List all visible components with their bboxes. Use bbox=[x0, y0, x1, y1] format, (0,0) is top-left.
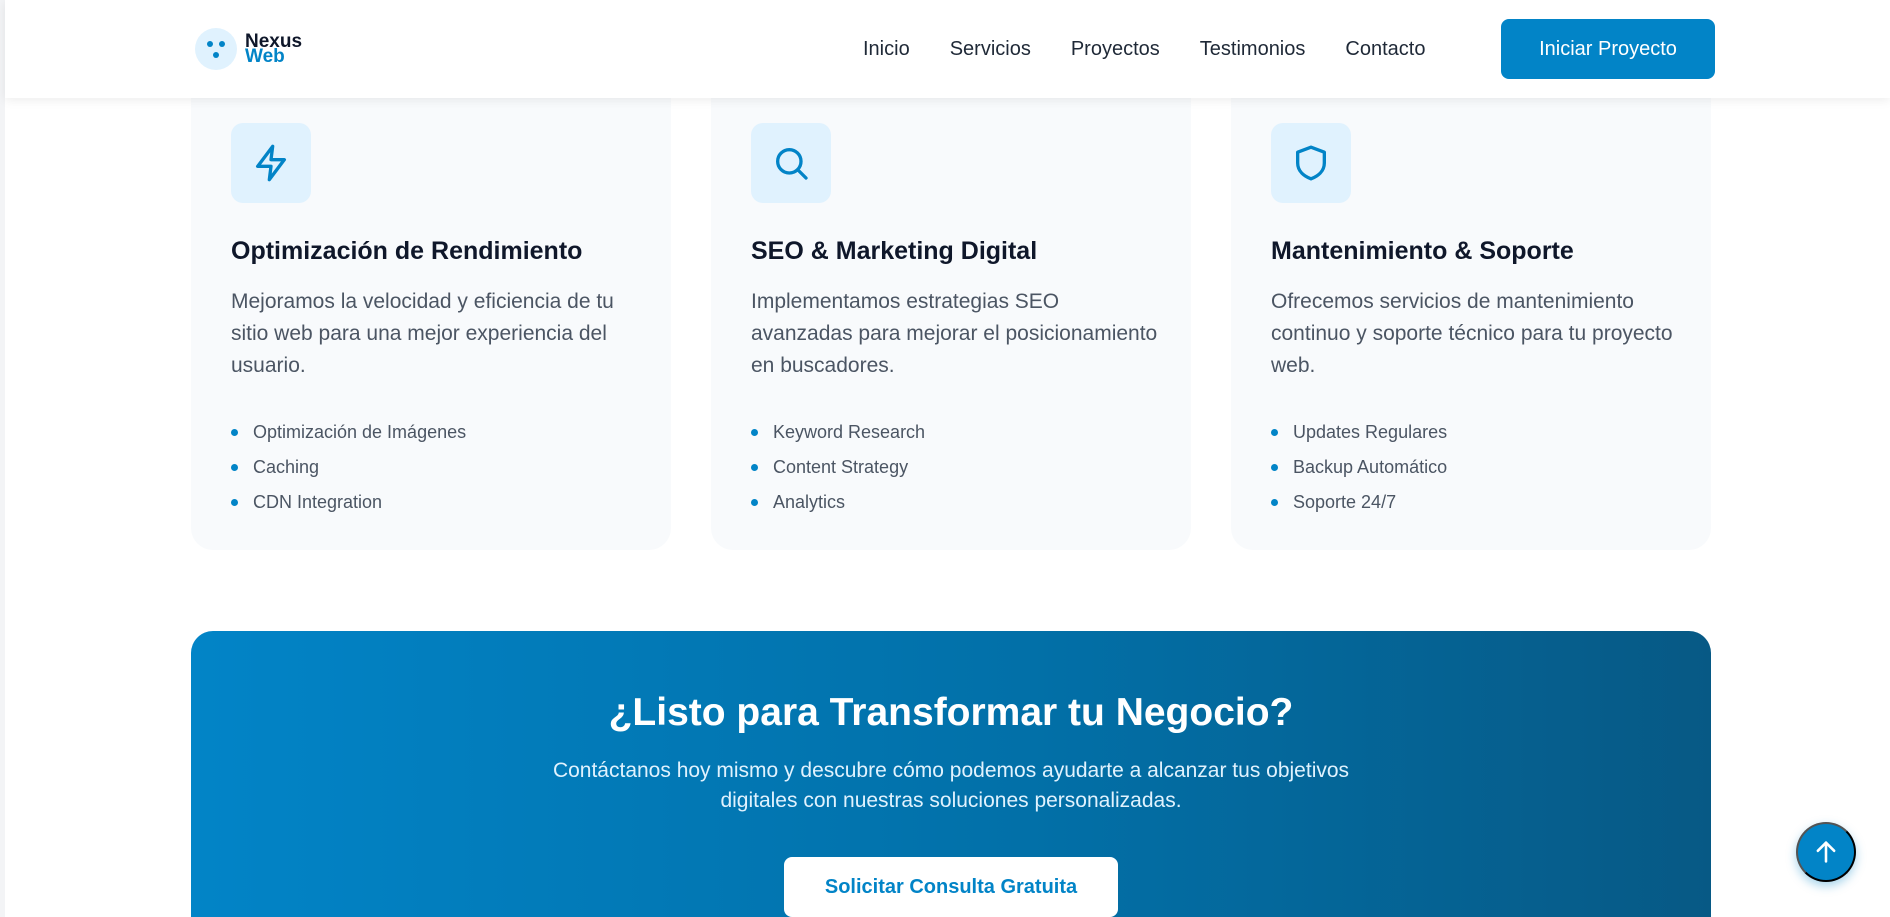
bullet-icon bbox=[1271, 499, 1278, 506]
feature-item: Backup Automático bbox=[1271, 450, 1447, 485]
service-card-maintenance: Mantenimiento & Soporte Ofrecemos servic… bbox=[1231, 70, 1711, 550]
feature-label: Soporte 24/7 bbox=[1293, 492, 1397, 512]
bullet-icon bbox=[751, 464, 758, 471]
feature-item: Soporte 24/7 bbox=[1271, 485, 1447, 520]
feature-item: Keyword Research bbox=[751, 415, 925, 450]
service-title: Mantenimiento & Soporte bbox=[1271, 237, 1574, 265]
service-description: Implementamos estrategias SEO avanzadas … bbox=[751, 290, 1158, 377]
nav-link-contacto[interactable]: Contacto bbox=[1345, 38, 1425, 61]
logo[interactable]: Nexus Web bbox=[195, 28, 302, 70]
logo-text: Nexus Web bbox=[245, 32, 302, 66]
nav-link-servicios[interactable]: Servicios bbox=[950, 38, 1031, 61]
service-card-seo: SEO & Marketing Digital Implementamos es… bbox=[711, 70, 1191, 550]
feature-item: Caching bbox=[231, 450, 466, 485]
nav-link-inicio[interactable]: Inicio bbox=[863, 38, 910, 61]
service-title: Optimización de Rendimiento bbox=[231, 237, 583, 265]
request-consultation-button[interactable]: Solicitar Consulta Gratuita bbox=[784, 857, 1118, 917]
feature-label: Keyword Research bbox=[773, 422, 926, 442]
feature-label: CDN Integration bbox=[253, 492, 383, 512]
lightning-icon bbox=[256, 144, 286, 182]
logo-icon bbox=[195, 28, 237, 70]
service-icon-box bbox=[751, 123, 831, 203]
cta-banner: ¿Listo para Transformar tu Negocio? Cont… bbox=[191, 631, 1711, 917]
banner-text: Contáctanos hoy mismo y descubre cómo po… bbox=[552, 759, 1350, 812]
scroll-to-top-button[interactable] bbox=[1796, 822, 1856, 882]
page-edge bbox=[0, 0, 5, 917]
feature-label: Optimización de Imágenes bbox=[253, 422, 467, 442]
service-icon-box bbox=[231, 123, 311, 203]
site-header: Nexus Web Inicio Servicios Proyectos Tes… bbox=[5, 0, 1890, 98]
bullet-icon bbox=[231, 429, 238, 436]
feature-item: Updates Regulares bbox=[1271, 415, 1447, 450]
bullet-icon bbox=[751, 499, 758, 506]
search-icon bbox=[776, 148, 808, 180]
bullet-icon bbox=[1271, 429, 1278, 436]
feature-list: Keyword Research Content Strategy Analyt… bbox=[751, 415, 925, 520]
banner-title: ¿Listo para Transformar tu Negocio? bbox=[608, 691, 1294, 734]
feature-label: Caching bbox=[253, 457, 320, 477]
bullet-icon bbox=[231, 464, 238, 471]
bullet-icon bbox=[751, 429, 758, 436]
nav-link-testimonios[interactable]: Testimonios bbox=[1200, 38, 1306, 61]
main-nav: Inicio Servicios Proyectos Testimonios C… bbox=[863, 0, 1465, 98]
service-description: Ofrecemos servicios de mantenimiento con… bbox=[1271, 290, 1673, 377]
feature-label: Backup Automático bbox=[1293, 457, 1448, 477]
arrow-up-icon bbox=[1816, 841, 1836, 863]
bullet-icon bbox=[231, 499, 238, 506]
nav-link-proyectos[interactable]: Proyectos bbox=[1071, 38, 1160, 61]
shield-icon bbox=[1296, 145, 1326, 181]
feature-item: Analytics bbox=[751, 485, 925, 520]
service-card-performance: Optimización de Rendimiento Mejoramos la… bbox=[191, 70, 671, 550]
service-title: SEO & Marketing Digital bbox=[751, 237, 1038, 265]
feature-label: Analytics bbox=[773, 492, 846, 512]
feature-list: Optimización de Imágenes Caching CDN Int… bbox=[231, 415, 466, 520]
feature-label: Content Strategy bbox=[773, 457, 909, 477]
bullet-icon bbox=[1271, 464, 1278, 471]
feature-item: Optimización de Imágenes bbox=[231, 415, 466, 450]
feature-item: CDN Integration bbox=[231, 485, 466, 520]
start-project-button[interactable]: Iniciar Proyecto bbox=[1501, 19, 1715, 79]
service-description: Mejoramos la velocidad y eficiencia de t… bbox=[231, 290, 614, 377]
feature-list: Updates Regulares Backup Automático Sopo… bbox=[1271, 415, 1447, 520]
service-icon-box bbox=[1271, 123, 1351, 203]
feature-label: Updates Regulares bbox=[1293, 422, 1448, 442]
feature-item: Content Strategy bbox=[751, 450, 925, 485]
